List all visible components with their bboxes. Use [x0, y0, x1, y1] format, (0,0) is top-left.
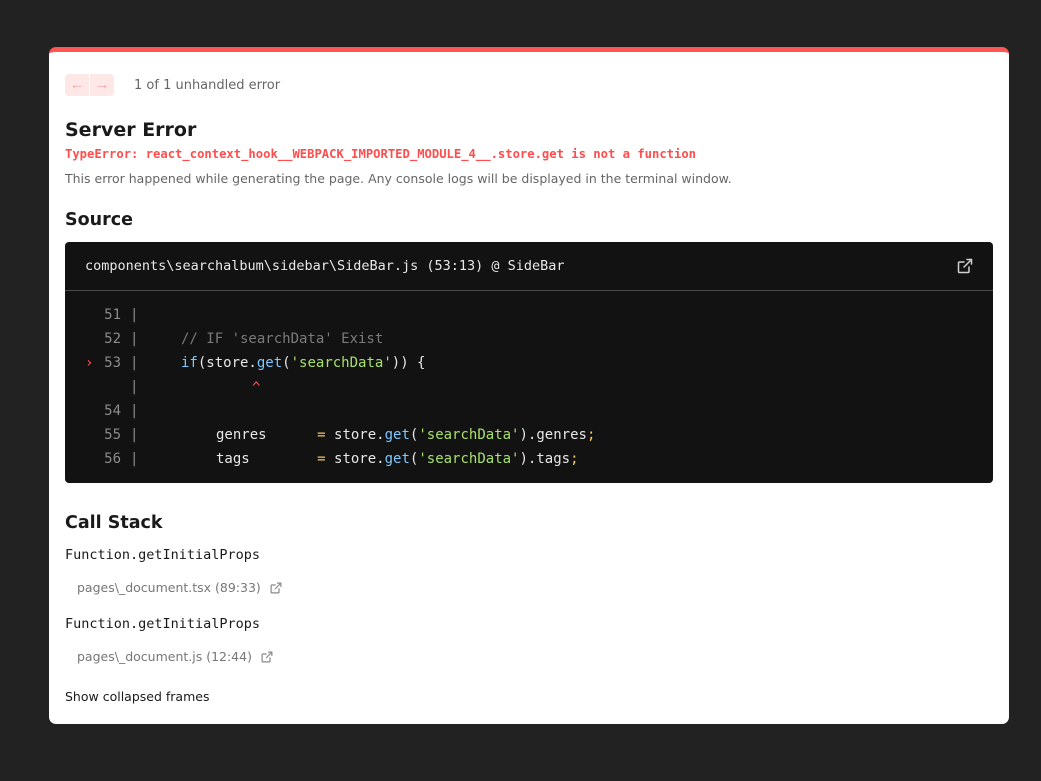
line-number: 51: [104, 307, 121, 323]
line-number: 56: [104, 451, 121, 467]
code-text: genres = store.get('searchData').genres;: [216, 427, 596, 443]
stack-frame-location[interactable]: pages\_document.tsx (89:33): [77, 580, 282, 595]
gutter-separator: |: [130, 331, 139, 347]
error-message: TypeError: react_context_hook__WEBPACK_I…: [65, 147, 697, 161]
line-number: 55: [104, 427, 121, 443]
error-count-label: 1 of 1 unhandled error: [134, 77, 281, 93]
source-heading: Source: [65, 210, 133, 230]
show-collapsed-frames-button[interactable]: Show collapsed frames: [65, 689, 209, 704]
gutter-separator: |: [130, 355, 139, 371]
code-line: | ^: [65, 375, 993, 399]
stack-frame-location[interactable]: pages\_document.js (12:44): [77, 649, 273, 664]
next-error-button[interactable]: →: [90, 74, 114, 96]
gutter-separator: |: [130, 379, 139, 395]
code-line: 56 | tags = store.get('searchData').tags…: [65, 447, 993, 471]
stack-frame-file[interactable]: pages\_document.js (12:44): [77, 649, 252, 664]
error-line-marker-icon: ›: [85, 355, 94, 371]
code-text: // IF 'searchData' Exist: [181, 331, 384, 347]
line-number: 54: [104, 403, 121, 419]
source-file-link[interactable]: components\searchalbum\sidebar\SideBar.j…: [85, 258, 565, 274]
call-stack-heading: Call Stack: [65, 513, 163, 533]
stack-frame-file[interactable]: pages\_document.tsx (89:33): [77, 580, 261, 595]
external-link-icon[interactable]: [270, 582, 282, 594]
arrow-right-icon: →: [94, 76, 110, 93]
arrow-left-icon: ←: [69, 76, 85, 93]
error-title: Server Error: [65, 119, 197, 141]
code-line: 52 | // IF 'searchData' Exist: [65, 327, 993, 351]
code-line: 54 |: [65, 399, 993, 423]
line-number: 53: [104, 355, 121, 371]
code-text: if(store.get('searchData')) {: [181, 355, 426, 371]
line-number: 52: [104, 331, 121, 347]
code-line: 51 |: [65, 303, 993, 327]
source-code-frame: components\searchalbum\sidebar\SideBar.j…: [65, 242, 993, 483]
gutter-separator: |: [130, 403, 139, 419]
code-lines: 51 | 52 | // IF 'searchData' Exist › 53 …: [65, 303, 993, 471]
stack-frame-function: Function.getInitialProps: [65, 616, 261, 632]
gutter-separator: |: [130, 451, 139, 467]
code-frame-header: components\searchalbum\sidebar\SideBar.j…: [65, 242, 993, 291]
error-pagination: ← → 1 of 1 unhandled error: [65, 74, 280, 96]
error-caret: ^: [252, 380, 261, 396]
external-link-icon[interactable]: [261, 651, 273, 663]
error-overlay-dialog: ← → 1 of 1 unhandled error Server Error …: [49, 47, 1009, 724]
code-text: tags = store.get('searchData').tags;: [216, 451, 579, 467]
gutter-separator: |: [130, 307, 139, 323]
stack-frame-function: Function.getInitialProps: [65, 547, 261, 563]
code-line: 55 | genres = store.get('searchData').ge…: [65, 423, 993, 447]
code-line-highlighted: › 53 | if(store.get('searchData')) {: [65, 351, 993, 375]
error-description: This error happened while generating the…: [65, 171, 732, 186]
external-link-icon[interactable]: [957, 258, 973, 274]
previous-error-button[interactable]: ←: [65, 74, 89, 96]
gutter-separator: |: [130, 427, 139, 443]
